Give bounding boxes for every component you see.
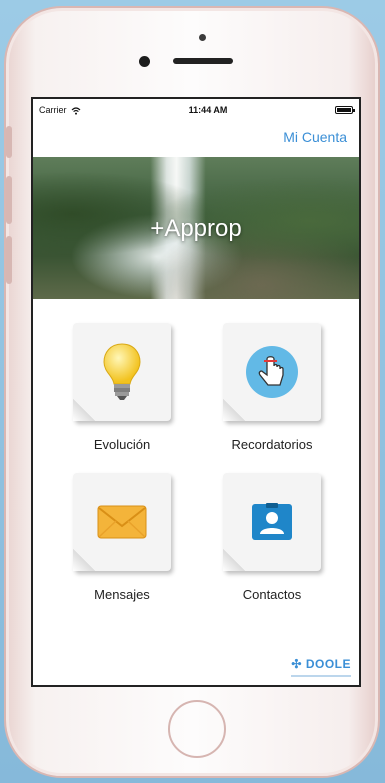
brand-name: DOOLE (305, 657, 351, 671)
tile-contactos[interactable]: Contactos (222, 473, 322, 602)
front-camera (139, 56, 150, 67)
home-button[interactable] (168, 700, 226, 758)
menu-grid: Evolución Recordatorios Mensajes Contact… (33, 299, 359, 629)
volume-up-button (6, 176, 12, 224)
proximity-sensor (199, 34, 206, 41)
tile-card[interactable] (223, 323, 321, 421)
reminder-finger-icon (246, 346, 298, 398)
tile-mensajes[interactable]: Mensajes (72, 473, 172, 602)
tile-label: Recordatorios (231, 437, 313, 452)
hero-banner: +Approp (33, 157, 359, 299)
contact-card-icon (252, 503, 292, 540)
carrier-text: Carrier (39, 105, 67, 115)
nav-bar: Mi Cuenta (33, 121, 359, 157)
tile-label: Contactos (242, 587, 302, 602)
app-screen: Carrier 11:44 AM Mi Cuenta +Approp Evolu… (31, 97, 361, 687)
tile-label: Evolución (93, 437, 151, 452)
tile-recordatorios[interactable]: Recordatorios (222, 323, 322, 452)
mute-switch (6, 126, 12, 158)
hero-title: +Approp (150, 215, 242, 242)
volume-down-button (6, 236, 12, 284)
lightbulb-icon (103, 343, 141, 400)
carrier-label: Carrier (39, 105, 81, 115)
tile-card[interactable] (73, 323, 171, 421)
battery-icon (335, 106, 355, 114)
account-link[interactable]: Mi Cuenta (283, 129, 347, 145)
doole-logo: ✣ DOOLE (291, 657, 351, 671)
status-bar: Carrier 11:44 AM (33, 99, 359, 121)
tile-card[interactable] (223, 473, 321, 571)
tile-label: Mensajes (94, 587, 150, 602)
brand-underline (291, 675, 351, 677)
envelope-icon (97, 505, 147, 539)
wifi-icon (71, 107, 81, 115)
clock: 11:44 AM (188, 105, 228, 115)
earpiece-speaker (173, 58, 233, 64)
tile-card[interactable] (73, 473, 171, 571)
tile-evolucion[interactable]: Evolución (72, 323, 172, 452)
plus-cross-icon: ✣ (291, 657, 302, 671)
